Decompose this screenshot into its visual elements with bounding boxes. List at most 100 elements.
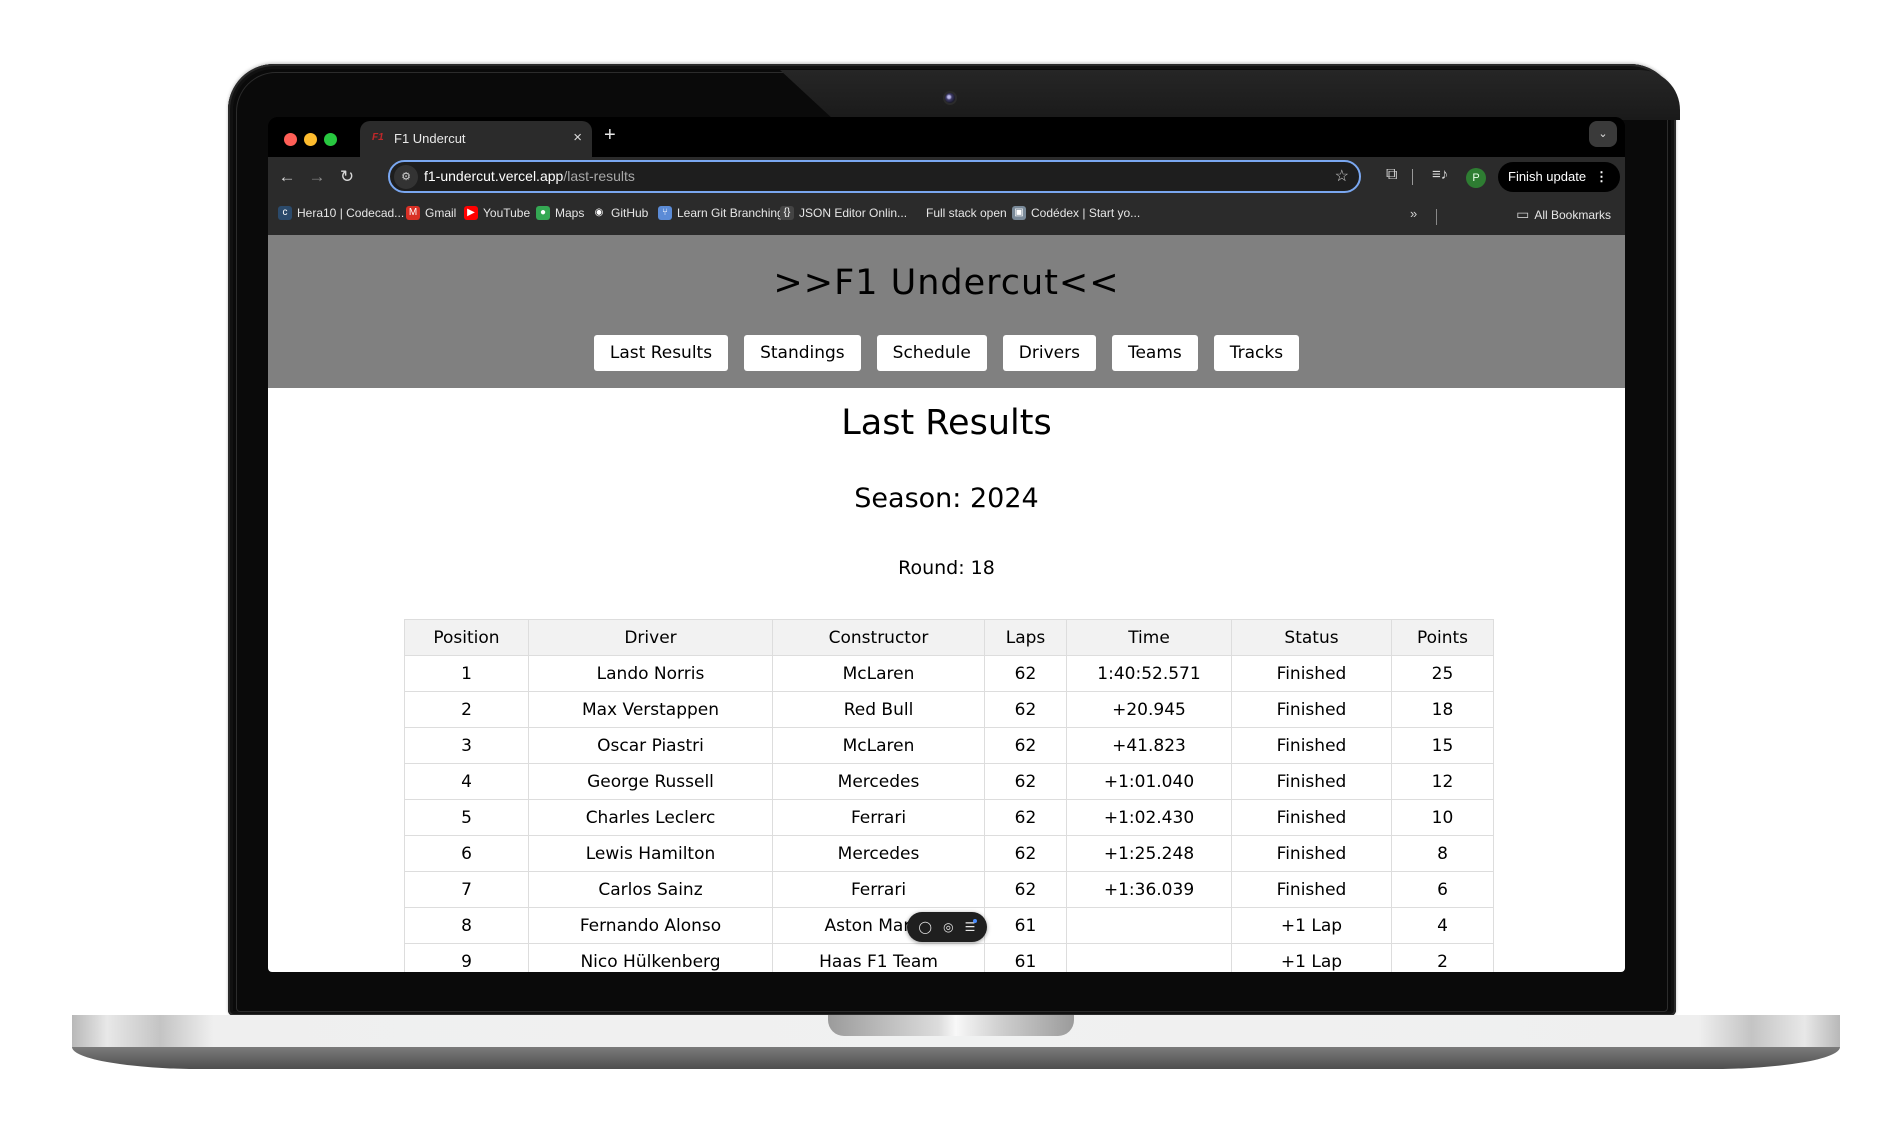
extensions-puzzle-icon[interactable]: ⧉ [1386,166,1397,184]
nav-schedule[interactable]: Schedule [876,335,987,371]
bookmark-item[interactable]: M Gmail [406,206,456,220]
bookmark-label: Maps [555,206,585,220]
url-path: /last-results [563,168,635,184]
folder-icon: ▭ [1516,206,1530,222]
tab-strip: F1 F1 Undercut × + ⌄ [268,117,1625,159]
column-header: Driver [528,619,773,656]
table-cell: 3 [404,727,529,764]
bookmark-item[interactable]: Full stack open [926,206,1007,220]
table-cell: +1:25.248 [1066,835,1232,872]
browser-window: F1 F1 Undercut × + ⌄ ← → ↻ ⚙ f1-undercut… [268,117,1625,972]
column-header: Constructor [772,619,985,656]
table-cell: 62 [984,691,1067,728]
table-cell: 1:40:52.571 [1066,655,1232,692]
table-cell: 7 [404,871,529,908]
table-cell: Ferrari [772,799,985,836]
tab-search-chevron-icon[interactable]: ⌄ [1589,121,1617,147]
camera-icon [945,93,955,103]
site-logo-title[interactable]: >>F1 Undercut<< [268,263,1625,303]
tab-title: F1 Undercut [394,131,466,146]
table-cell: Mercedes [772,835,985,872]
profile-avatar[interactable]: P [1466,168,1486,188]
view-toggle-icon[interactable]: ◎ [943,920,953,934]
bookmark-item[interactable]: {} JSON Editor Onlin... [780,206,907,220]
bookmark-star-icon[interactable]: ☆ [1335,166,1349,186]
close-tab-icon[interactable]: × [573,129,582,146]
table-row: 5 Charles Leclerc Ferrari 62 +1:02.430 Finish… [404,799,1494,836]
table-cell: 6 [404,835,529,872]
table-cell: +1 Lap [1231,943,1392,972]
table-cell: +20.945 [1066,691,1232,728]
table-cell: Carlos Sainz [528,871,773,908]
new-tab-button[interactable]: + [604,125,616,145]
table-row: 7 Carlos Sainz Ferrari 62 +1:36.039 Finished 6 [404,871,1494,908]
table-cell: 8 [404,907,529,944]
nav-teams[interactable]: Teams [1111,335,1198,371]
gmail-icon: M [406,206,420,220]
f1-logo-icon: F1 [372,132,384,143]
table-cell: Fernando Alonso [528,907,773,944]
back-arrow-icon[interactable]: ← [276,166,298,188]
table-cell: 4 [404,763,529,800]
forward-arrow-icon[interactable]: → [306,166,328,188]
bookmark-item[interactable]: ⑂ Learn Git Branching [658,206,784,220]
maximize-window-button[interactable] [324,133,337,146]
table-cell: 2 [404,691,529,728]
table-cell: Nico Hülkenberg [528,943,773,972]
round-label: Round: 18 [898,557,995,579]
minimize-window-button[interactable] [304,133,317,146]
site-settings-icon[interactable]: ⚙ [394,165,418,189]
nav-last-results[interactable]: Last Results [593,335,729,371]
nav-tracks[interactable]: Tracks [1213,335,1300,371]
column-header: Status [1231,619,1392,656]
comment-bubble-icon[interactable]: ◯ [919,920,932,934]
column-header: Position [404,619,529,656]
toolbar-divider [1412,169,1413,185]
reload-icon[interactable]: ↻ [336,166,358,188]
table-cell: 25 [1391,655,1494,692]
address-bar[interactable]: ⚙ f1-undercut.vercel.app/last-results ☆ [388,160,1361,193]
github-icon: ◉ [592,206,606,220]
close-window-button[interactable] [284,133,297,146]
table-cell: Ferrari [772,871,985,908]
finish-update-button[interactable]: Finish update ⋮ [1498,162,1620,192]
table-cell: 18 [1391,691,1494,728]
more-bookmarks-chevron-icon[interactable]: » [1410,206,1417,221]
bookmark-item[interactable]: ● Maps [536,206,584,220]
table-cell: 10 [1391,799,1494,836]
table-cell: 9 [404,943,529,972]
browser-toolbar: ← → ↻ ⚙ f1-undercut.vercel.app/last-resu… [268,157,1625,197]
laptop-base-bottom [72,1047,1840,1069]
list-menu-icon[interactable]: ☰ [965,919,978,934]
bookmark-label: Gmail [425,206,457,220]
codedex-icon: ▣ [1012,206,1026,220]
nav-standings[interactable]: Standings [744,335,861,371]
nav-drivers[interactable]: Drivers [1002,335,1096,371]
floating-toolbar: ◯ ◎ ☰ [907,912,987,942]
url-text[interactable]: f1-undercut.vercel.app/last-results [424,168,635,184]
table-cell: Finished [1231,871,1392,908]
youtube-icon: ▶ [464,206,478,220]
season-heading: Season: 2024 [854,483,1039,514]
bookmark-item[interactable]: ▶ YouTube [464,206,530,220]
table-cell: Finished [1231,835,1392,872]
kebab-menu-icon[interactable]: ⋮ [1595,162,1608,192]
table-row: 6 Lewis Hamilton Mercedes 62 +1:25.248 Finish… [404,835,1494,872]
table-cell: 62 [984,835,1067,872]
tab-f1-undercut[interactable]: F1 F1 Undercut × [360,121,592,159]
column-header: Points [1391,619,1494,656]
table-cell: Finished [1231,763,1392,800]
url-host: f1-undercut.vercel.app [424,168,564,184]
bookmark-item[interactable]: ▣ Codédex | Start yo... [1012,206,1140,220]
site-header: >>F1 Undercut<< Last Results Standings S… [268,235,1625,388]
table-cell: Lando Norris [528,655,773,692]
site-nav: Last Results Standings Schedule Drivers … [268,335,1625,371]
maps-pin-icon: ● [536,206,550,220]
bookmark-item[interactable]: c Hera10 | Codecad... [278,206,404,220]
table-cell: +1:01.040 [1066,763,1232,800]
media-controls-icon[interactable]: ≡♪ [1432,166,1448,183]
table-cell: 62 [984,727,1067,764]
bookmark-item[interactable]: ◉ GitHub [592,206,648,220]
all-bookmarks-button[interactable]: ▭ All Bookmarks [1516,206,1611,223]
table-cell: 62 [984,871,1067,908]
